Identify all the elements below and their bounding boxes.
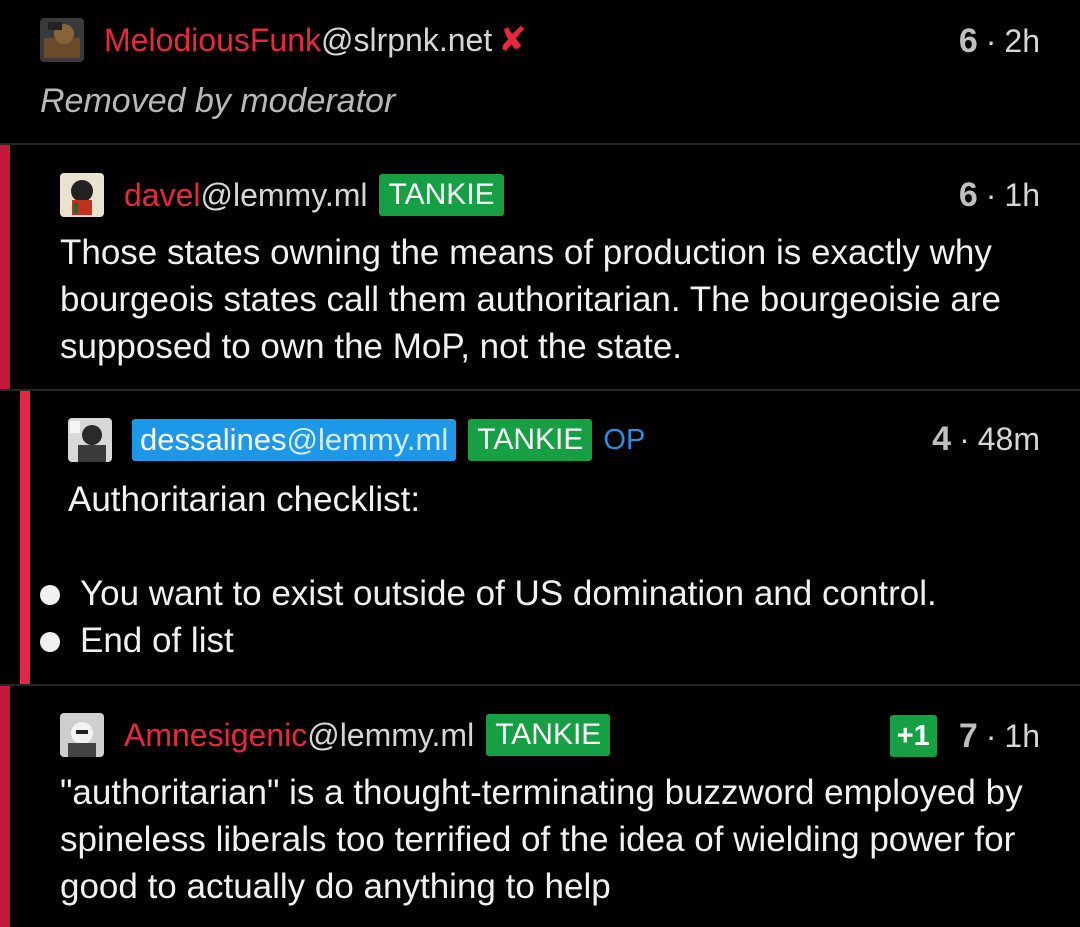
- score: 6: [958, 176, 978, 214]
- user-instance: @slrpnk.net: [321, 22, 493, 58]
- list-item-text: You want to exist outside of US dominati…: [80, 574, 937, 613]
- separator: ·: [985, 717, 997, 754]
- username[interactable]: davel@lemmy.ml: [124, 175, 367, 215]
- separator: ·: [985, 177, 997, 213]
- comment-body: Removed by moderator: [40, 82, 396, 120]
- separator: ·: [985, 23, 997, 59]
- comment-meta: 6 · 1h: [959, 176, 1040, 215]
- op-badge: OP: [603, 423, 646, 456]
- comment-meta: 6 · 2h: [959, 22, 1040, 61]
- depth-bar: [0, 145, 10, 389]
- bullet-icon: [40, 585, 60, 605]
- comment-body: Those states owning the means of product…: [60, 233, 1002, 366]
- user-name: MelodiousFunk: [104, 22, 321, 58]
- avatar[interactable]: [68, 418, 112, 462]
- user-tag: TANKIE: [486, 714, 611, 756]
- comment-meta: 4 · 48m: [932, 420, 1040, 459]
- comment-meta: +1 7 · 1h: [889, 715, 1040, 757]
- list-item: End of list: [20, 617, 1048, 664]
- comment-item[interactable]: Amnesigenic@lemmy.ml TANKIE +1 7 · 1h "a…: [0, 686, 1080, 927]
- age: 2h: [1004, 23, 1040, 59]
- comment-item[interactable]: MelodiousFunk@slrpnk.net ✘ 6 · 2h Remove…: [0, 0, 1080, 143]
- x-icon: ✘: [498, 21, 527, 59]
- upvote-badge[interactable]: +1: [889, 715, 937, 757]
- age: 1h: [1004, 177, 1040, 213]
- list-item-text: End of list: [80, 621, 234, 660]
- score: 6: [958, 22, 978, 60]
- user-name: Amnesigenic: [124, 717, 308, 753]
- comment-body: Authoritarian checklist: You want to exi…: [40, 476, 1048, 664]
- user-instance: @lemmy.ml: [286, 422, 449, 457]
- username[interactable]: Amnesigenic@lemmy.ml: [124, 715, 474, 755]
- score: 7: [958, 716, 978, 755]
- list-item: You want to exist outside of US dominati…: [20, 570, 1048, 617]
- bullet-list: You want to exist outside of US dominati…: [20, 570, 1048, 664]
- comment-item[interactable]: dessalines@lemmy.ml TANKIE OP 4 · 48m Au…: [0, 391, 1080, 684]
- avatar[interactable]: [60, 713, 104, 757]
- user-tag: TANKIE: [379, 174, 504, 216]
- age: 1h: [1004, 717, 1040, 754]
- user-instance: @lemmy.ml: [200, 177, 368, 213]
- user-instance: @lemmy.ml: [307, 717, 475, 753]
- separator: ·: [959, 421, 970, 457]
- user-tag: TANKIE: [468, 419, 593, 461]
- op-username-chip[interactable]: dessalines@lemmy.ml: [132, 419, 457, 461]
- depth-bar: [0, 686, 10, 927]
- user-name: davel: [124, 177, 201, 213]
- comment-body: "authoritarian" is a thought-terminating…: [60, 773, 1023, 906]
- bullet-icon: [40, 632, 60, 652]
- avatar[interactable]: [60, 173, 104, 217]
- comment-item[interactable]: davel@lemmy.ml TANKIE 6 · 1h Those state…: [0, 145, 1080, 389]
- user-name: dessalines: [140, 422, 287, 457]
- username[interactable]: MelodiousFunk@slrpnk.net: [104, 20, 492, 60]
- avatar[interactable]: [40, 18, 84, 62]
- body-intro: Authoritarian checklist:: [68, 480, 421, 519]
- score: 4: [932, 420, 952, 458]
- age: 48m: [977, 421, 1040, 457]
- comment-feed: MelodiousFunk@slrpnk.net ✘ 6 · 2h Remove…: [0, 0, 1080, 927]
